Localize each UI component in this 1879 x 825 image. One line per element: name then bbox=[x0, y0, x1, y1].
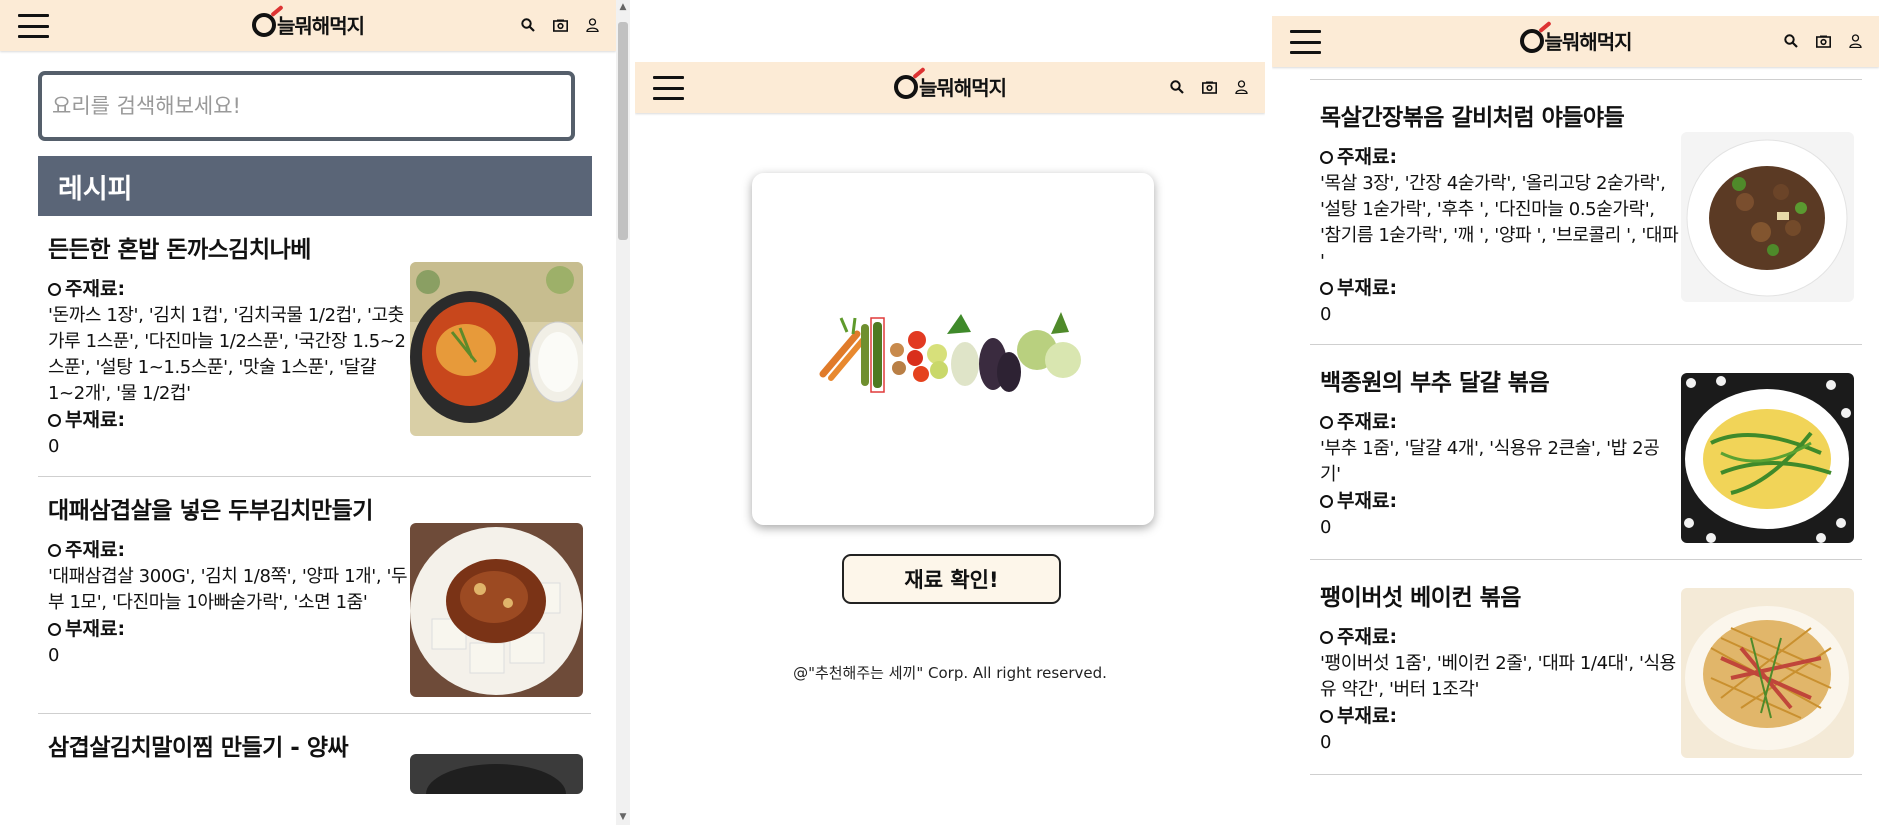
search-icon[interactable] bbox=[1167, 77, 1187, 97]
app-header: 늘뭐해먹지 bbox=[1272, 16, 1879, 67]
search-icon[interactable] bbox=[518, 15, 538, 35]
recipe-image[interactable] bbox=[410, 262, 583, 436]
main-ingredients-label: 주재료: bbox=[1320, 144, 1680, 171]
logo-pan-icon bbox=[894, 74, 918, 99]
sub-ingredients-value: 0 bbox=[1320, 517, 1332, 538]
main-ingredients-label: 주재료: bbox=[1320, 624, 1680, 651]
sub-ingredients-value: 0 bbox=[1320, 732, 1332, 753]
recipe-image[interactable] bbox=[410, 523, 583, 697]
app-header: 늘뭐해먹지 bbox=[0, 0, 616, 51]
recipe-title[interactable]: 백종원의 부추 달걀 볶음 bbox=[1320, 367, 1680, 399]
app-logo[interactable]: 늘뭐해먹지 bbox=[894, 72, 1007, 101]
main-ingredients-label: 주재료: bbox=[48, 537, 408, 564]
scroll-up-icon[interactable]: ▲ bbox=[618, 2, 628, 12]
main-ingredients-value: '부추 1줌', '달걀 4개', '식용유 2큰술', '밥 2공기' bbox=[1320, 438, 1660, 485]
recipe-image[interactable] bbox=[410, 754, 583, 794]
footer-copyright: @"추천해주는 세끼" Corp. All right reserved. bbox=[793, 664, 1107, 682]
recipe-results-screen: 늘뭐해먹지 목살간장볶음 갈비처럼 야들야들 주재료: '목살 3장', '간장… bbox=[1272, 16, 1879, 806]
menu-icon[interactable] bbox=[1290, 30, 1321, 54]
search-icon[interactable] bbox=[1781, 31, 1801, 51]
recipe-image[interactable] bbox=[1681, 588, 1854, 758]
recipe-card[interactable]: 대패삼겹살을 넣은 두부김치만들기 주재료: '대패삼겹살 300G', '김치… bbox=[38, 477, 591, 714]
sub-ingredients-value: 0 bbox=[48, 645, 60, 666]
scrollbar[interactable]: ▲ ▼ bbox=[616, 0, 630, 825]
ingredient-photo-preview bbox=[752, 173, 1154, 525]
section-title-text: 레시피 bbox=[58, 173, 133, 205]
main-ingredients-label: 주재료: bbox=[1320, 409, 1680, 436]
user-icon[interactable] bbox=[1845, 31, 1865, 51]
camera-icon[interactable] bbox=[1199, 77, 1219, 97]
recipe-image[interactable] bbox=[1681, 373, 1854, 543]
user-icon[interactable] bbox=[582, 15, 602, 35]
scroll-thumb[interactable] bbox=[618, 22, 628, 240]
recipe-card[interactable]: 목살간장볶음 갈비처럼 야들야들 주재료: '목살 3장', '간장 4숟가락'… bbox=[1310, 80, 1862, 345]
sub-ingredients-label: 부재료: bbox=[48, 407, 408, 434]
menu-icon[interactable] bbox=[18, 14, 49, 38]
user-icon[interactable] bbox=[1231, 77, 1251, 97]
recipe-card[interactable]: 든든한 혼밥 돈까스김치나베 주재료: '돈까스 1장', '김치 1컵', '… bbox=[38, 216, 591, 477]
main-ingredients-value: '돈까스 1장', '김치 1컵', '김치국물 1/2컵', '고춧가루 1스… bbox=[48, 305, 406, 404]
recipe-image[interactable] bbox=[1681, 132, 1854, 302]
logo-pan-icon bbox=[252, 12, 276, 37]
confirm-ingredients-button[interactable]: 재료 확인! bbox=[842, 554, 1061, 604]
main-ingredients-value: '팽이버섯 1줌', '베이컨 2줄', '대파 1/4대', '식용유 약간'… bbox=[1320, 653, 1676, 700]
sub-ingredients-label: 부재료: bbox=[1320, 488, 1680, 515]
logo-text: 늘뭐해먹지 bbox=[277, 14, 365, 38]
sub-ingredients-value: 0 bbox=[48, 436, 60, 457]
sub-ingredients-value: 0 bbox=[1320, 304, 1332, 325]
app-header: 늘뭐해먹지 bbox=[635, 62, 1265, 113]
recipe-card[interactable]: 팽이버섯 베이컨 볶음 주재료: '팽이버섯 1줌', '베이컨 2줄', '대… bbox=[1310, 560, 1862, 775]
camera-icon[interactable] bbox=[1813, 31, 1833, 51]
sub-ingredients-label: 부재료: bbox=[48, 616, 408, 643]
logo-text: 늘뭐해먹지 bbox=[919, 76, 1007, 100]
menu-icon[interactable] bbox=[653, 76, 684, 100]
main-ingredients-label: 주재료: bbox=[48, 276, 408, 303]
sub-ingredients-label: 부재료: bbox=[1320, 275, 1680, 302]
ingredient-confirm-screen: 늘뭐해먹지 재료 확인! @"추천해주는 세끼" Corp. All right… bbox=[635, 62, 1265, 762]
recipe-card[interactable]: 삼겹살김치말이찜 만들기 - 양싸 bbox=[38, 714, 591, 810]
main-ingredients-value: '대패삼겹살 300G', '김치 1/8쪽', '양파 1개', '두부 1모… bbox=[48, 566, 408, 613]
recipe-title[interactable]: 든든한 혼밥 돈까스김치나베 bbox=[48, 234, 408, 266]
logo-pan-icon bbox=[1519, 28, 1544, 53]
vegetables-image bbox=[819, 312, 1081, 393]
recipe-title[interactable]: 팽이버섯 베이컨 볶음 bbox=[1320, 582, 1680, 614]
app-logo[interactable]: 늘뭐해먹지 bbox=[252, 10, 365, 39]
sub-ingredients-label: 부재료: bbox=[1320, 703, 1680, 730]
section-title: 레시피 bbox=[38, 156, 592, 216]
main-ingredients-value: '목살 3장', '간장 4숟가락', '올리고당 2숟가락', '설탕 1숟가… bbox=[1320, 173, 1679, 272]
search-input[interactable] bbox=[38, 71, 575, 141]
recipe-card[interactable]: 백종원의 부추 달걀 볶음 주재료: '부추 1줌', '달걀 4개', '식용… bbox=[1310, 345, 1862, 560]
recipe-title[interactable]: 대패삼겹살을 넣은 두부김치만들기 bbox=[48, 495, 408, 527]
app-logo[interactable]: 늘뭐해먹지 bbox=[1519, 26, 1633, 55]
camera-icon[interactable] bbox=[550, 15, 570, 35]
recipe-search-screen: 늘뭐해먹지 레시피 든든한 혼밥 돈까스김치나베 주재료: '돈까스 1장', … bbox=[0, 0, 630, 825]
logo-text: 늘뭐해먹지 bbox=[1544, 30, 1633, 54]
recipe-title[interactable]: 목살간장볶음 갈비처럼 야들야들 bbox=[1320, 102, 1680, 134]
scroll-down-icon[interactable]: ▼ bbox=[618, 812, 628, 822]
recipe-title[interactable]: 삼겹살김치말이찜 만들기 - 양싸 bbox=[48, 732, 408, 764]
